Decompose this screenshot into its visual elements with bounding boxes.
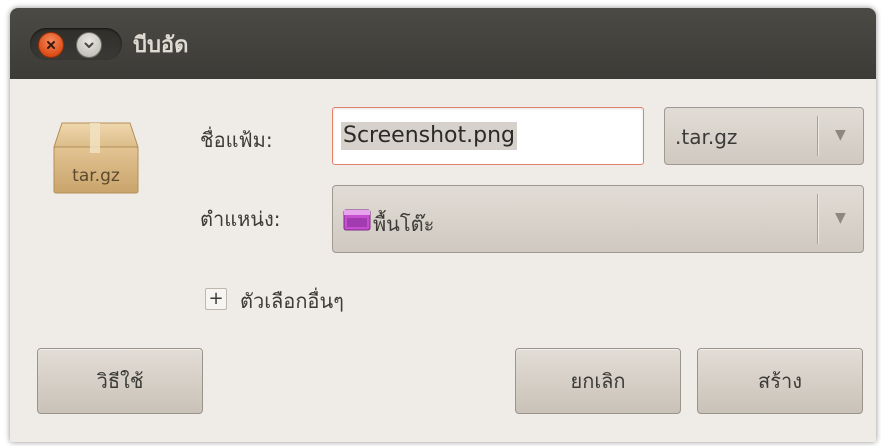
dropdown-arrow-icon: ▼ [835,210,846,226]
close-button[interactable] [38,32,64,58]
format-value: .tar.gz [675,125,738,149]
more-options-label[interactable]: ตัวเลือกอื่นๆ [240,285,344,317]
filename-value: Screenshot.png [341,122,517,150]
help-button[interactable]: วิธีใช้ [37,348,203,414]
cancel-button[interactable]: ยกเลิก [515,348,681,414]
location-label: ตำแหน่ง: [200,207,281,231]
filename-input[interactable]: Screenshot.png [332,107,644,165]
compress-dialog: บีบอัด tar.gz ชื่อแฟ้ม: Screenshot.png .… [10,8,876,442]
expander-toggle[interactable]: + [205,288,227,310]
create-button-label: สร้าง [758,369,802,393]
location-select[interactable]: พื้นโต๊ะ ▼ [332,185,864,253]
format-select[interactable]: .tar.gz ▼ [664,107,864,165]
archive-type-label: tar.gz [72,166,120,186]
cancel-button-label: ยกเลิก [570,369,626,393]
help-button-label: วิธีใช้ [96,369,144,393]
titlebar: บีบอัด [10,8,876,79]
dropdown-arrow-icon: ▼ [835,127,846,143]
filename-label: ชื่อแฟ้ม: [200,128,273,152]
location-value: พื้นโต๊ะ [373,212,435,236]
minimize-icon [84,42,94,48]
desktop-folder-icon [343,209,371,231]
plus-icon: + [208,288,224,309]
create-button[interactable]: สร้าง [697,348,863,414]
archive-box-icon: tar.gz [53,122,139,194]
window-title: บีบอัด [133,33,189,58]
close-icon [47,41,55,49]
minimize-button[interactable] [76,32,102,58]
